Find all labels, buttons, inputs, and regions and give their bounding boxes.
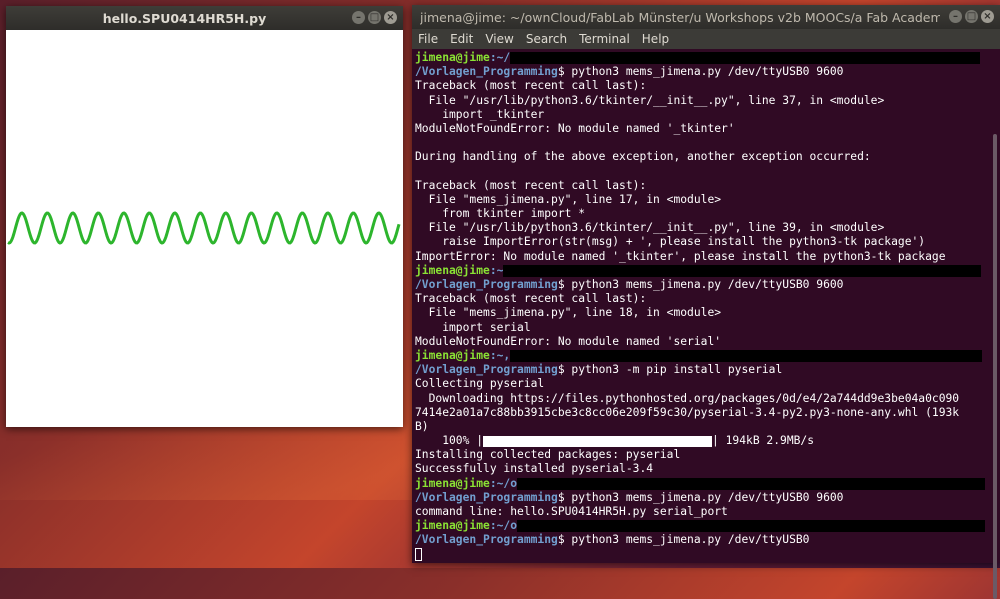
output-line: ImportError: No module named '_tkinter',… [415,249,946,263]
plot-canvas [6,30,403,427]
terminal-title: jimena@jime: ~/ownCloud/FabLab Münster/u… [420,9,940,25]
menu-edit[interactable]: Edit [450,32,473,46]
output-line: Installing collected packages: pyserial [415,448,681,462]
plot-window: hello.SPU0414HR5H.py – □ × [6,6,403,427]
output-line: File "mems_jimena.py", line 18, in <modu… [415,306,722,320]
output-line: command line: hello.SPU0414HR5H.py seria… [415,505,728,518]
output-line: Downloading https://files.pythonhosted.o… [415,391,960,405]
prompt-path: /Vorlagen_Programming [415,278,558,291]
output-line: B) [415,419,429,433]
command-line: /Vorlagen_Programming$ python3 -m pip in… [415,363,988,377]
prompt-line: jimena@jime:~/o [415,477,988,491]
output-line: from tkinter import * [415,207,586,221]
progress-percent: 100% | [415,434,484,448]
output-line: ModuleNotFoundError: No module named '_t… [415,121,735,135]
output-line: Collecting pyserial [415,377,545,391]
prompt-path: :~ [489,263,504,277]
window-controls: – □ × [949,10,994,23]
prompt-path: :~/ [489,51,511,64]
prompt-path: /Vorlagen_Programming [415,363,558,377]
prompt-path: :~/o [489,519,518,533]
output-line: File "/usr/lib/python3.6/tkinter/__init_… [415,221,885,235]
command-text: $ python3 mems_jimena.py /dev/ttyUSB0 [557,533,810,547]
signal-wave [7,211,401,245]
plot-window-title: hello.SPU0414HR5H.py [102,10,267,26]
progress-stats: | 194kB 2.9MB/s [712,434,815,448]
close-icon[interactable]: × [384,11,397,24]
wave-plot [7,211,401,245]
output-line: Traceback (most recent call last): [415,79,647,93]
output-line: During handling of the above exception, … [415,150,871,164]
redacted-block [510,52,981,64]
prompt-path: /Vorlagen_Programming [415,65,558,79]
output-line: File "mems_jimena.py", line 17, in <modu… [415,192,722,206]
redacted-block [517,520,986,533]
terminal-window: jimena@jime: ~/ownCloud/FabLab Münster/u… [412,5,1000,599]
output-line: ModuleNotFoundError: No module named 'se… [415,334,722,348]
prompt-line: jimena@jime:~, [415,349,988,363]
command-text: $ python3 mems_jimena.py /dev/ttyUSB0 96… [557,490,844,504]
redacted-block [517,477,986,490]
prompt-user: jimena@jime [415,263,490,277]
command-text: $ python3 mems_jimena.py /dev/ttyUSB0 96… [557,65,844,79]
menu-help[interactable]: Help [642,32,669,46]
progress-bar [483,435,713,447]
prompt-path: :~, [489,348,511,362]
prompt-line: jimena@jime:~/o [415,519,988,533]
output-line: import serial [415,320,531,334]
redacted-block [503,264,982,277]
prompt-path: /Vorlagen_Programming [415,533,558,547]
menu-view[interactable]: View [485,32,513,46]
terminal-scrollbar[interactable] [988,49,1000,599]
output-line: 7414e2a01a7c88bb3915cbe3c8cc06e209f59c30… [415,405,960,419]
command-text: $ python3 -m pip install pyserial [557,363,783,377]
text-cursor [415,548,422,562]
prompt-path: /Vorlagen_Programming [415,490,558,504]
output-line: Traceback (most recent call last): [415,178,647,192]
prompt-line: jimena@jime:~ [415,264,988,278]
progress-line: 100% | | 194kB 2.9MB/s [415,434,988,448]
maximize-icon[interactable]: □ [368,11,381,24]
output-line: File "/usr/lib/python3.6/tkinter/__init_… [415,93,885,107]
input-line[interactable] [415,548,988,562]
minimize-icon[interactable]: – [352,11,365,24]
prompt-user: jimena@jime [415,348,490,362]
redacted-block [510,349,983,362]
prompt-user: jimena@jime [415,476,490,490]
close-icon[interactable]: × [981,10,994,23]
prompt-user: jimena@jime [415,51,490,64]
command-line: /Vorlagen_Programming$ python3 mems_jime… [415,278,988,292]
menu-search[interactable]: Search [526,32,567,46]
command-line: /Vorlagen_Programming$ python3 mems_jime… [415,65,988,79]
command-text: $ python3 mems_jimena.py /dev/ttyUSB0 96… [557,278,844,291]
menu-file[interactable]: File [418,32,438,46]
prompt-user: jimena@jime [415,519,490,533]
terminal-titlebar[interactable]: jimena@jime: ~/ownCloud/FabLab Münster/u… [412,5,1000,29]
scrollbar-thumb[interactable] [993,134,997,599]
minimize-icon[interactable]: – [949,10,962,23]
output-line: import _tkinter [415,107,545,121]
command-line: /Vorlagen_Programming$ python3 mems_jime… [415,533,988,547]
terminal-menubar: File Edit View Search Terminal Help [412,29,1000,49]
terminal-output[interactable]: jimena@jime:~/ /Vorlagen_Programming$ py… [412,49,988,563]
maximize-icon[interactable]: □ [965,10,978,23]
output-line: raise ImportError(str(msg) + ', please i… [415,235,926,249]
plot-window-titlebar[interactable]: hello.SPU0414HR5H.py – □ × [6,6,403,30]
output-line: Traceback (most recent call last): [415,292,647,306]
prompt-line: jimena@jime:~/ [415,51,988,65]
prompt-path: :~/o [489,476,518,490]
output-line: Successfully installed pyserial-3.4 [415,462,654,476]
command-line: /Vorlagen_Programming$ python3 mems_jime… [415,491,988,505]
menu-terminal[interactable]: Terminal [579,32,630,46]
window-controls: – □ × [352,11,397,24]
